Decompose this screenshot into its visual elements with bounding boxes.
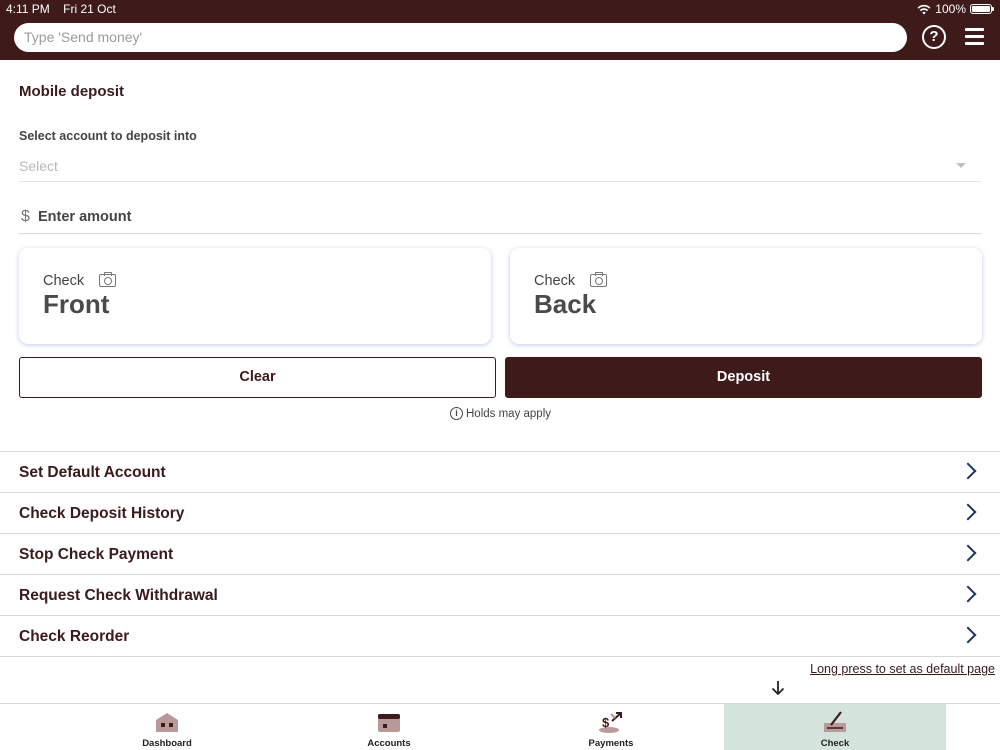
check-front-card[interactable]: Check Front (19, 248, 491, 344)
amount-placeholder: Enter amount (38, 209, 132, 225)
payments-icon: $ (599, 712, 622, 733)
check-options-list: Set Default Account Check Deposit Histor… (0, 451, 1000, 657)
list-item-label: Request Check Withdrawal (19, 587, 218, 604)
check-back-value: Back (534, 289, 597, 319)
wifi-icon (917, 4, 931, 14)
nav-payments-label: Payments (588, 738, 634, 749)
list-item-label: Stop Check Payment (19, 546, 174, 563)
status-bar-left: 4:11 PM Fri 21 Oct (6, 2, 126, 16)
status-time: 4:11 PM (6, 2, 50, 16)
list-item-stop-check-payment[interactable]: Stop Check Payment (0, 534, 1000, 575)
check-back-label: Check (534, 273, 576, 289)
svg-text:$: $ (602, 715, 610, 730)
check-front-label: Check (43, 273, 85, 289)
search-input[interactable] (14, 23, 907, 52)
list-item-label: Check Deposit History (19, 505, 185, 522)
list-item-label: Set Default Account (19, 464, 166, 481)
currency-symbol: $ (21, 208, 30, 225)
bottom-navigation: Dashboard Accounts $ Payments Check (0, 703, 1000, 750)
amount-field[interactable]: $ Enter amount (19, 203, 981, 234)
check-icon (824, 711, 846, 732)
check-back-card[interactable]: Check Back (510, 248, 982, 344)
clear-button[interactable]: Clear (19, 357, 496, 398)
chevron-right-icon (959, 462, 977, 480)
deposit-button[interactable]: Deposit (505, 357, 982, 398)
chevron-right-icon (959, 503, 977, 521)
status-bar-right: 100% (917, 2, 994, 16)
holds-note: i Holds may apply (450, 407, 551, 420)
info-icon: i (450, 407, 463, 420)
nav-accounts-label: Accounts (367, 738, 411, 749)
camera-icon (590, 271, 607, 287)
account-select-value: Select (19, 158, 58, 174)
list-item-check-reorder[interactable]: Check Reorder (0, 616, 1000, 657)
holds-note-text: Holds may apply (466, 407, 552, 420)
chevron-right-icon (959, 544, 977, 562)
long-press-hint[interactable]: Long press to set as default page (810, 662, 995, 676)
wallet-icon (378, 714, 400, 732)
page-title: Mobile deposit (19, 83, 124, 100)
nav-check[interactable]: Check (724, 704, 946, 750)
camera-icon (99, 271, 116, 287)
list-item-check-deposit-history[interactable]: Check Deposit History (0, 493, 1000, 534)
battery-percent: 100% (935, 2, 966, 16)
nav-payments[interactable]: $ Payments (500, 704, 722, 750)
nav-check-label: Check (820, 738, 850, 749)
status-date: Fri 21 Oct (63, 2, 116, 16)
account-select-label: Select account to deposit into (19, 129, 197, 143)
nav-accounts[interactable]: Accounts (278, 704, 500, 750)
top-bar: 4:11 PM Fri 21 Oct 100% ? (0, 0, 1000, 60)
list-item-request-check-withdrawal[interactable]: Request Check Withdrawal (0, 575, 1000, 616)
dashboard-icon (156, 713, 178, 732)
list-item-set-default-account[interactable]: Set Default Account (0, 452, 1000, 493)
chevron-right-icon (959, 585, 977, 603)
check-front-value: Front (43, 289, 110, 319)
chevron-right-icon (959, 626, 977, 644)
arrow-down-icon (771, 681, 785, 696)
list-item-label: Check Reorder (19, 628, 130, 645)
nav-dashboard-label: Dashboard (142, 738, 192, 749)
battery-icon (970, 4, 994, 14)
nav-dashboard[interactable]: Dashboard (56, 704, 278, 750)
hamburger-menu-icon[interactable] (965, 28, 984, 45)
account-select[interactable]: Select (19, 150, 981, 182)
caret-down-icon (956, 163, 966, 168)
question-circle-icon[interactable]: ? (922, 25, 946, 49)
